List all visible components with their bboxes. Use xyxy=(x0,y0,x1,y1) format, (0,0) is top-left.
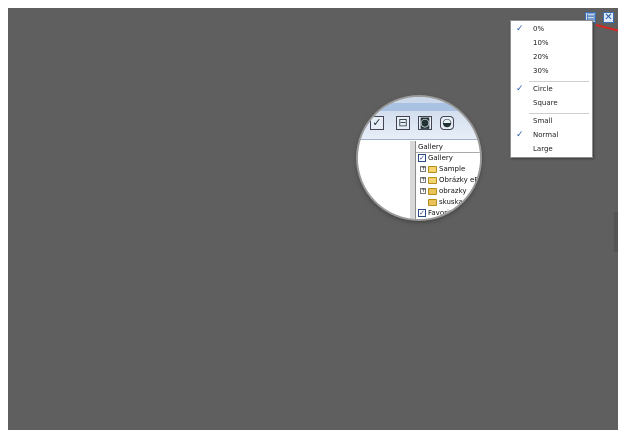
magnified-toolbar: ✓ ⊟ ◙ ◒ xyxy=(358,97,480,140)
expand-icon: + xyxy=(420,176,427,183)
magnified-gallery-pane: Gallery ✓ Gallery + Sample + Obrázky eBe + o… xyxy=(415,141,480,219)
menu-item-10-percent[interactable]: 10% xyxy=(511,37,592,49)
check-icon: ✓ xyxy=(516,130,524,140)
tree-item-gallery: ✓ Gallery xyxy=(418,154,453,162)
menu-item-circle[interactable]: ✓ Circle xyxy=(511,83,592,95)
expand-icon: + xyxy=(420,165,427,172)
close-button[interactable]: ✕ xyxy=(603,12,614,23)
tree-item-skuska: skuska xyxy=(416,197,480,208)
menu-item-30-percent[interactable]: 30% xyxy=(511,65,592,77)
folder-icon xyxy=(428,176,437,184)
menu-item-large[interactable]: Large xyxy=(511,143,592,155)
tree-item-sample: + Sample xyxy=(420,165,466,173)
magnifier-lens[interactable]: ✓ ⊟ ◙ ◒ Gallery ✓ Gallery + Sample + Obrázk… xyxy=(358,97,480,219)
magnified-left-pane xyxy=(358,141,411,219)
magnified-title-strip xyxy=(358,103,480,111)
tree-item-obrazky: + obrazky xyxy=(420,187,467,195)
menu-item-normal[interactable]: ✓ Normal xyxy=(511,129,592,141)
checkbox-icon: ✓ xyxy=(418,209,426,217)
close-icon: ✕ xyxy=(604,12,613,23)
options-menu: ✓ 0% 10% 20% 30% ✓ Circle Square Small ✓… xyxy=(510,20,593,158)
split-toolbar-icon: ⊟ xyxy=(396,116,410,130)
folder-icon xyxy=(428,187,437,195)
menu-item-square[interactable]: Square xyxy=(511,97,592,109)
checkmark-toolbar-icon: ✓ xyxy=(370,116,384,130)
menu-item-20-percent[interactable]: 20% xyxy=(511,51,592,63)
tree-item-favorites: ✓ Favorites xyxy=(418,209,460,217)
check-icon: ✓ xyxy=(516,24,524,34)
checkbox-icon: ✓ xyxy=(418,154,426,162)
edge-shadow xyxy=(614,212,618,252)
image-toolbar-icon: ◙ xyxy=(418,116,432,130)
tree-item-obrazky-ebe: + Obrázky eBe xyxy=(420,176,480,184)
menu-item-small[interactable]: Small xyxy=(511,115,592,127)
menu-separator xyxy=(529,113,589,114)
menu-separator xyxy=(529,81,589,82)
folder-icon xyxy=(428,198,437,206)
gallery-header: Gallery xyxy=(416,141,480,153)
bucket-toolbar-icon: ◒ xyxy=(440,116,454,130)
check-icon: ✓ xyxy=(516,84,524,94)
expand-icon: + xyxy=(420,187,427,194)
folder-icon xyxy=(428,165,437,173)
menu-item-0-percent[interactable]: ✓ 0% xyxy=(511,23,592,35)
